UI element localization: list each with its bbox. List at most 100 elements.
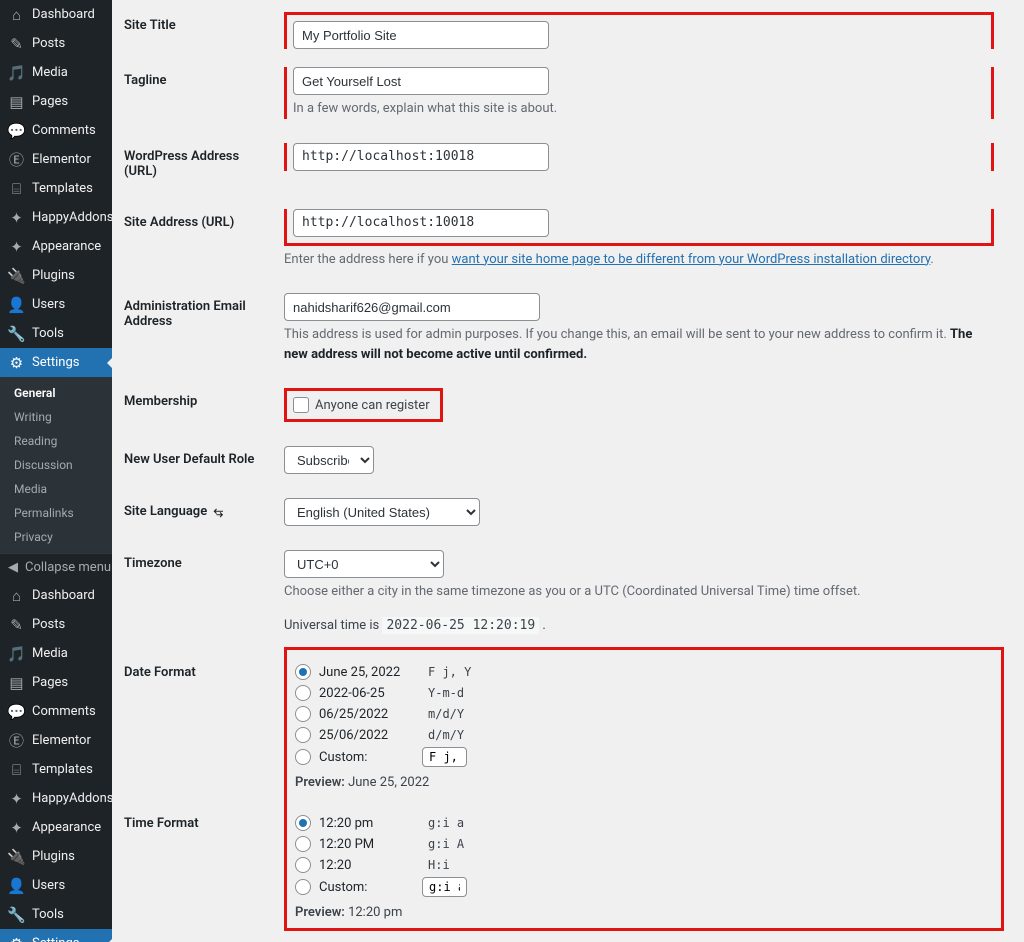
time-format-radio[interactable]: [295, 815, 311, 831]
sidebar-item-label: Pages: [32, 675, 68, 690]
sidebar-item-posts[interactable]: ✎Posts: [0, 610, 112, 639]
sidebar-item-users[interactable]: 👤Users: [0, 871, 112, 900]
date-format-option[interactable]: 2022-06-25Y-m-d: [295, 684, 991, 702]
sidebar-item-comments[interactable]: 💬Comments: [0, 116, 112, 145]
sidebar-item-label: Media: [32, 646, 68, 661]
date-format-example: June 25, 2022: [319, 665, 414, 680]
time-format-radio[interactable]: [295, 836, 311, 852]
sidebar-item-elementor[interactable]: ⒺElementor: [0, 726, 112, 755]
date-format-example: 06/25/2022: [319, 707, 414, 722]
sidebar-item-dashboard[interactable]: ⌂Dashboard: [0, 581, 112, 610]
sidebar-item-label: Dashboard: [32, 7, 95, 22]
sidebar-item-templates[interactable]: ⌸Templates: [0, 755, 112, 784]
sidebar-item-label: Elementor: [32, 733, 91, 748]
collapse-menu[interactable]: ◀ Collapse menu: [0, 553, 112, 581]
label-date-format: Date Format: [124, 647, 284, 756]
membership-checkbox-row[interactable]: Anyone can register: [293, 397, 430, 413]
menu-icon: ⌂: [8, 587, 25, 604]
site-title-input[interactable]: [293, 21, 549, 49]
menu-icon: 💬: [8, 122, 25, 139]
sidebar-item-happyaddons[interactable]: ✦HappyAddons: [0, 203, 112, 232]
new-role-select[interactable]: Subscriber: [284, 446, 374, 474]
date-format-option[interactable]: 25/06/2022d/m/Y: [295, 726, 991, 744]
sidebar-item-dashboard[interactable]: ⌂ Dashboard: [0, 0, 112, 29]
time-format-code: H:i: [422, 856, 456, 874]
time-format-radio[interactable]: [295, 879, 311, 895]
date-format-option[interactable]: June 25, 2022F j, Y: [295, 663, 991, 681]
sidebar-item-pages[interactable]: ▤Pages: [0, 87, 112, 116]
menu-icon: ✎: [8, 35, 25, 52]
site-lang-select[interactable]: English (United States): [284, 498, 480, 526]
label-site-url: Site Address (URL): [124, 197, 284, 282]
menu-icon: ✦: [8, 209, 25, 226]
sidebar-item-label: Appearance: [32, 820, 101, 835]
sidebar-item-label: Tools: [32, 326, 64, 341]
site-url-input[interactable]: [293, 209, 549, 237]
timezone-select[interactable]: UTC+0: [284, 550, 444, 578]
submenu-item-general[interactable]: General: [0, 381, 112, 405]
membership-checkbox[interactable]: [293, 397, 309, 413]
sidebar-item-label: Comments: [32, 704, 96, 719]
sidebar-item-label: Settings: [32, 936, 79, 942]
sidebar-item-happyaddons[interactable]: ✦HappyAddons: [0, 784, 112, 813]
submenu-item-reading[interactable]: Reading: [0, 429, 112, 453]
menu-icon: 🔧: [8, 325, 25, 342]
menu-icon: 💬: [8, 703, 25, 720]
sidebar-item-media[interactable]: 🎵Media: [0, 639, 112, 668]
sidebar-item-appearance[interactable]: ✦Appearance: [0, 232, 112, 261]
sidebar-item-media[interactable]: 🎵Media: [0, 58, 112, 87]
sidebar-item-posts[interactable]: ✎Posts: [0, 29, 112, 58]
time-format-example: 12:20: [319, 858, 414, 873]
date-format-radio[interactable]: [295, 664, 311, 680]
time-format-code: g:i a: [422, 814, 470, 832]
site-url-link[interactable]: want your site home page to be different…: [452, 252, 931, 267]
date-custom-input[interactable]: [422, 747, 467, 767]
time-format-radio[interactable]: [295, 857, 311, 873]
sidebar-item-pages[interactable]: ▤ Pages: [0, 668, 112, 697]
wp-url-input[interactable]: [293, 143, 549, 171]
gear-icon: ⚙: [8, 354, 25, 371]
menu-icon: ✦: [8, 819, 25, 836]
date-format-radio[interactable]: [295, 685, 311, 701]
time-format-custom[interactable]: Custom:: [295, 877, 991, 897]
submenu-item-permalinks[interactable]: Permalinks: [0, 501, 112, 525]
menu-icon: ✦: [8, 790, 25, 807]
date-format-radio[interactable]: [295, 727, 311, 743]
sidebar-item-tools[interactable]: 🔧Tools: [0, 900, 112, 929]
sidebar-item-appearance[interactable]: ✦ Appearance: [0, 813, 112, 842]
submenu-item-writing[interactable]: Writing: [0, 405, 112, 429]
date-format-radio[interactable]: [295, 749, 311, 765]
menu-icon: ✦: [8, 238, 25, 255]
sidebar-item-tools[interactable]: 🔧 Tools: [0, 319, 112, 348]
admin-email-input[interactable]: [284, 293, 540, 321]
site-url-desc: Enter the address here if you want your …: [284, 250, 994, 270]
sidebar-item-settings[interactable]: ⚙ Settings: [0, 929, 112, 942]
sidebar-item-plugins[interactable]: 🔌Plugins: [0, 261, 112, 290]
submenu-item-privacy[interactable]: Privacy: [0, 525, 112, 549]
admin-sidebar: ⌂Dashboard✎Posts🎵Media▤Pages💬CommentsⒺEl…: [0, 0, 112, 942]
date-format-option[interactable]: 06/25/2022m/d/Y: [295, 705, 991, 723]
sidebar-item-elementor[interactable]: ⒺElementor: [0, 145, 112, 174]
menu-icon: ▤: [8, 674, 25, 691]
sidebar-item-label: Posts: [32, 617, 65, 632]
date-format-radio[interactable]: [295, 706, 311, 722]
date-format-example: 25/06/2022: [319, 728, 414, 743]
gear-icon: ⚙: [8, 935, 25, 942]
time-format-option[interactable]: 12:20 pmg:i a: [295, 814, 991, 832]
time-custom-input[interactable]: [422, 877, 467, 897]
tagline-input[interactable]: [293, 67, 549, 95]
sidebar-item-comments[interactable]: 💬 Comments: [0, 697, 112, 726]
sidebar-item-templates[interactable]: ⌸Templates: [0, 174, 112, 203]
date-preview: Preview: June 25, 2022: [295, 775, 991, 790]
time-format-option[interactable]: 12:20 H:i: [295, 856, 991, 874]
sidebar-item-label: Elementor: [32, 152, 91, 167]
submenu-item-discussion[interactable]: Discussion: [0, 453, 112, 477]
sidebar-item-plugins[interactable]: 🔌Plugins: [0, 842, 112, 871]
time-format-option[interactable]: 12:20 PMg:i A: [295, 835, 991, 853]
submenu-item-media[interactable]: Media: [0, 477, 112, 501]
sidebar-item-users[interactable]: 👤Users: [0, 290, 112, 319]
date-format-custom[interactable]: Custom:: [295, 747, 991, 767]
tagline-desc: In a few words, explain what this site i…: [293, 99, 985, 119]
menu-icon: ⌂: [8, 6, 25, 23]
sidebar-item-settings[interactable]: ⚙ Settings: [0, 348, 112, 377]
